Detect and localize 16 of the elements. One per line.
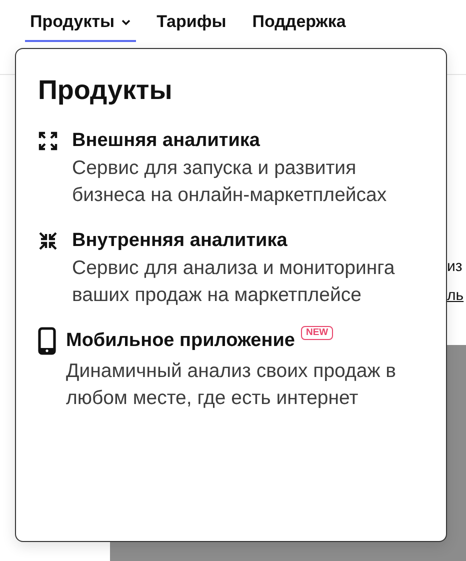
menu-item-description: Сервис для анализа и мониторинга ваших продаж на маркетплейсе bbox=[72, 256, 396, 308]
link-fragment[interactable]: ль bbox=[447, 287, 464, 304]
text-fragment: из bbox=[447, 258, 462, 275]
expand-icon bbox=[38, 131, 58, 151]
menu-item-description: Динамичный анализ своих продаж в любом месте, где есть интернет bbox=[66, 359, 398, 411]
phone-icon bbox=[38, 327, 56, 355]
new-badge: NEW bbox=[300, 326, 334, 340]
menu-item-title[interactable]: Внешняя аналитика bbox=[72, 130, 260, 152]
nav-tab[interactable]: Тарифы bbox=[152, 12, 232, 42]
menu-item-title[interactable]: Внутренняя аналитика bbox=[72, 230, 288, 252]
menu-title: Продукты bbox=[38, 75, 174, 106]
menu-item-description: Сервис для запуска и развития бизнеса на онлайн-маркетплейсах bbox=[72, 156, 388, 208]
collapse-icon bbox=[38, 231, 58, 251]
nav-tab[interactable]: Поддержка bbox=[247, 12, 351, 42]
menu-item-title[interactable]: Мобильное приложение bbox=[66, 330, 295, 352]
nav-tab[interactable]: Продукты bbox=[25, 12, 136, 42]
